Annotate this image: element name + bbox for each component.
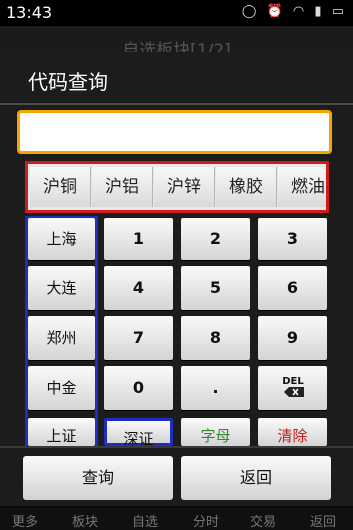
query-button[interactable]: 查询 bbox=[23, 456, 173, 500]
shenzhen-button[interactable]: 深证 bbox=[104, 418, 173, 448]
key-7[interactable]: 7 bbox=[104, 316, 173, 360]
status-icons: ◯ ⏰ ◠ ▮ ▭ bbox=[242, 4, 347, 19]
nav-watchlist[interactable]: 自选 bbox=[132, 511, 158, 530]
delete-label: DEL bbox=[282, 376, 304, 387]
key-5[interactable]: 5 bbox=[181, 266, 250, 310]
nav-intraday[interactable]: 分时 bbox=[193, 511, 219, 530]
clock: 13:43 bbox=[6, 3, 53, 22]
delete-button[interactable]: DEL bbox=[258, 366, 327, 410]
key-1[interactable]: 1 bbox=[104, 218, 173, 260]
key-9[interactable]: 9 bbox=[258, 316, 327, 360]
exchange-cffex-button[interactable]: 中金 bbox=[28, 366, 95, 410]
exchange-dalian-button[interactable]: 大连 bbox=[28, 266, 95, 310]
letters-button[interactable]: 字母 bbox=[181, 418, 250, 446]
exchange-shanghai-button[interactable]: 上海 bbox=[28, 218, 95, 260]
key-dot[interactable]: . bbox=[181, 366, 250, 410]
code-input[interactable] bbox=[17, 110, 332, 154]
back-button[interactable]: 返回 bbox=[181, 456, 331, 500]
dialog-title: 代码查询 bbox=[28, 70, 108, 94]
nav-trade[interactable]: 交易 bbox=[250, 511, 276, 530]
dialog-actions: 查询 返回 bbox=[0, 446, 353, 506]
signal-icon: ▮ bbox=[314, 4, 325, 19]
commodity-button[interactable]: 沪铜 bbox=[30, 167, 91, 207]
title-divider bbox=[0, 103, 353, 105]
nav-more[interactable]: 更多 bbox=[12, 511, 38, 530]
commodity-button[interactable]: 橡胶 bbox=[216, 167, 277, 207]
alarm-icon: ⏰ bbox=[266, 4, 286, 19]
commodity-button[interactable]: 沪锌 bbox=[154, 167, 215, 207]
key-6[interactable]: 6 bbox=[258, 266, 327, 310]
battery-icon: ▭ bbox=[331, 4, 347, 19]
key-4[interactable]: 4 bbox=[104, 266, 173, 310]
message-icon: ◯ bbox=[241, 4, 260, 19]
exchange-zhengzhou-button[interactable]: 郑州 bbox=[28, 316, 95, 360]
commodity-button[interactable]: 燃油 bbox=[278, 167, 326, 207]
delete-icon: DEL bbox=[282, 376, 304, 397]
key-2[interactable]: 2 bbox=[181, 218, 250, 260]
wifi-icon: ◠ bbox=[292, 4, 308, 19]
key-3[interactable]: 3 bbox=[258, 218, 327, 260]
bottom-nav: 更多 板块 自选 分时 交易 返回 bbox=[0, 508, 353, 530]
exchange-shangzheng-button[interactable]: 上证 bbox=[28, 418, 95, 446]
nav-back[interactable]: 返回 bbox=[310, 511, 336, 530]
commodity-bar: 沪铜 沪铝 沪锌 橡胶 燃油 bbox=[25, 161, 329, 213]
key-8[interactable]: 8 bbox=[181, 316, 250, 360]
status-bar: 13:43 ◯ ⏰ ◠ ▮ ▭ bbox=[0, 0, 353, 26]
key-0[interactable]: 0 bbox=[104, 366, 173, 410]
nav-sectors[interactable]: 板块 bbox=[72, 511, 98, 530]
commodity-button[interactable]: 沪铝 bbox=[92, 167, 153, 207]
clear-button[interactable]: 清除 bbox=[258, 418, 327, 446]
